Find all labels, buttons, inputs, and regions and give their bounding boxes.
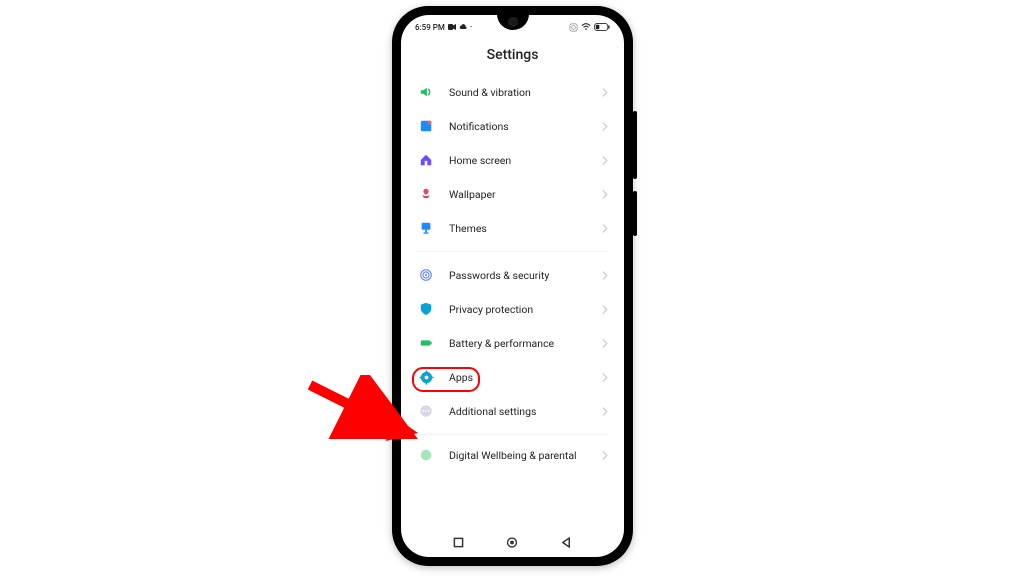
apps-gear-icon [417, 368, 435, 386]
chevron-right-icon [602, 190, 608, 199]
more-indicator-icon: ·· [470, 24, 471, 31]
battery-icon [594, 23, 610, 31]
row-label: Apps [449, 371, 602, 384]
row-themes[interactable]: Themes [401, 211, 624, 245]
row-home-screen[interactable]: Home screen [401, 143, 624, 177]
row-passwords-security[interactable]: Passwords & security [401, 258, 624, 292]
volume-button [633, 111, 637, 179]
nav-recent-button[interactable] [452, 536, 464, 548]
shield-icon [417, 300, 435, 318]
chevron-right-icon [602, 271, 608, 280]
power-button [633, 191, 637, 236]
phone-frame: 6:59 PM ·· Settings Sound & vibration [392, 6, 633, 566]
chevron-right-icon [602, 339, 608, 348]
chevron-right-icon [602, 122, 608, 131]
rotation-lock-icon [569, 23, 578, 32]
chevron-right-icon [602, 224, 608, 233]
nav-bar [401, 530, 624, 554]
chevron-right-icon [602, 88, 608, 97]
wifi-icon [581, 23, 591, 31]
themes-icon [417, 219, 435, 237]
chevron-right-icon [602, 305, 608, 314]
chevron-right-icon [602, 373, 608, 382]
wellbeing-icon [417, 446, 435, 464]
row-label: Wallpaper [449, 188, 602, 201]
row-label: Notifications [449, 120, 602, 133]
notifications-icon [417, 117, 435, 135]
cloud-icon [459, 24, 467, 30]
row-label: Themes [449, 222, 602, 235]
row-label: Passwords & security [449, 269, 602, 282]
row-sound-vibration[interactable]: Sound & vibration [401, 75, 624, 109]
chevron-right-icon [602, 451, 608, 460]
chevron-right-icon [602, 407, 608, 416]
sound-icon [417, 83, 435, 101]
chevron-right-icon [602, 156, 608, 165]
additional-settings-icon [417, 402, 435, 420]
phone-screen: 6:59 PM ·· Settings Sound & vibration [401, 15, 624, 557]
status-time: 6:59 PM [415, 23, 445, 32]
wallpaper-icon [417, 185, 435, 203]
nav-home-button[interactable] [506, 536, 518, 548]
group-separator [417, 251, 608, 252]
row-notifications[interactable]: Notifications [401, 109, 624, 143]
fingerprint-icon [417, 266, 435, 284]
row-apps[interactable]: Apps [401, 360, 624, 394]
row-label: Battery & performance [449, 337, 602, 350]
row-label: Additional settings [449, 405, 602, 418]
row-additional-settings[interactable]: Additional settings [401, 394, 624, 428]
row-privacy-protection[interactable]: Privacy protection [401, 292, 624, 326]
row-label: Digital Wellbeing & parental [449, 449, 602, 462]
row-label: Sound & vibration [449, 86, 602, 99]
row-digital-wellbeing[interactable]: Digital Wellbeing & parental [401, 441, 624, 469]
nav-back-button[interactable] [561, 536, 573, 548]
settings-list: Sound & vibration Notifications Home scr… [401, 75, 624, 469]
page-title: Settings [401, 47, 624, 63]
video-indicator-icon [448, 24, 456, 30]
row-battery-performance[interactable]: Battery & performance [401, 326, 624, 360]
group-separator [417, 434, 608, 435]
row-wallpaper[interactable]: Wallpaper [401, 177, 624, 211]
row-label: Home screen [449, 154, 602, 167]
battery-perf-icon [417, 334, 435, 352]
row-label: Privacy protection [449, 303, 602, 316]
home-icon [417, 151, 435, 169]
